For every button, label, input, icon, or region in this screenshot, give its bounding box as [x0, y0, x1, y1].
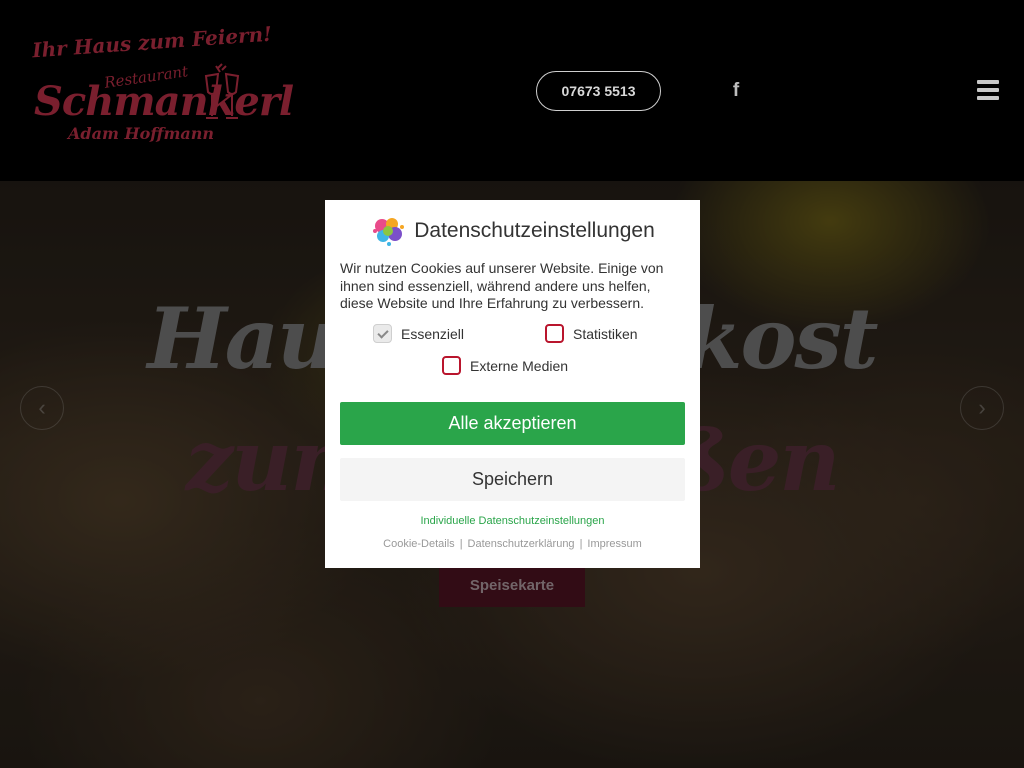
link-separator: | [459, 538, 463, 550]
logo-owner: Adam Hoffmann [68, 124, 215, 143]
link-separator: | [579, 538, 583, 550]
paint-splash-logo-icon [373, 218, 405, 246]
option-essential[interactable]: Essenziell [373, 324, 464, 343]
essential-label: Essenziell [401, 325, 465, 342]
statistics-checkbox[interactable] [545, 324, 564, 343]
cookie-details-link[interactable]: Cookie-Details [383, 538, 455, 550]
statistics-label: Statistiken [573, 325, 638, 342]
essential-checkbox[interactable] [373, 324, 392, 343]
restaurant-logo[interactable]: Ihr Haus zum Feiern! Restaurant Schmanke… [28, 22, 294, 152]
phone-button[interactable]: 07673 5513 [536, 71, 661, 111]
save-button[interactable]: Speichern [340, 458, 685, 501]
imprint-link[interactable]: Impressum [587, 538, 641, 550]
cookie-consent-dialog: Datenschutzeinstellungen Wir nutzen Cook… [325, 200, 700, 568]
individual-settings-link[interactable]: Individuelle Datenschutzeinstellungen [325, 515, 700, 527]
external-media-checkbox[interactable] [442, 356, 461, 375]
hamburger-menu-icon[interactable] [977, 80, 999, 100]
external-media-label: Externe Medien [470, 357, 569, 374]
dialog-description: Wir nutzen Cookies auf unserer Website. … [340, 260, 664, 311]
site-header: Ihr Haus zum Feiern! Restaurant Schmanke… [0, 0, 1024, 181]
logo-name: Schmankerl [34, 78, 294, 125]
accept-all-button[interactable]: Alle akzeptieren [340, 402, 685, 445]
dialog-title: Datenschutzeinstellungen [414, 219, 655, 242]
privacy-policy-link[interactable]: Datenschutzerklärung [468, 538, 575, 550]
dialog-header: Datenschutzeinstellungen [325, 214, 700, 248]
facebook-icon[interactable]: f [728, 80, 744, 102]
dialog-footer-links: Cookie-Details | Datenschutzerklärung | Impr… [325, 538, 700, 550]
champagne-glasses-icon [204, 63, 240, 119]
option-statistics[interactable]: Statistiken [545, 324, 638, 343]
logo-tagline: Ihr Haus zum Feiern! [31, 21, 273, 63]
option-external-media[interactable]: Externe Medien [442, 356, 568, 375]
